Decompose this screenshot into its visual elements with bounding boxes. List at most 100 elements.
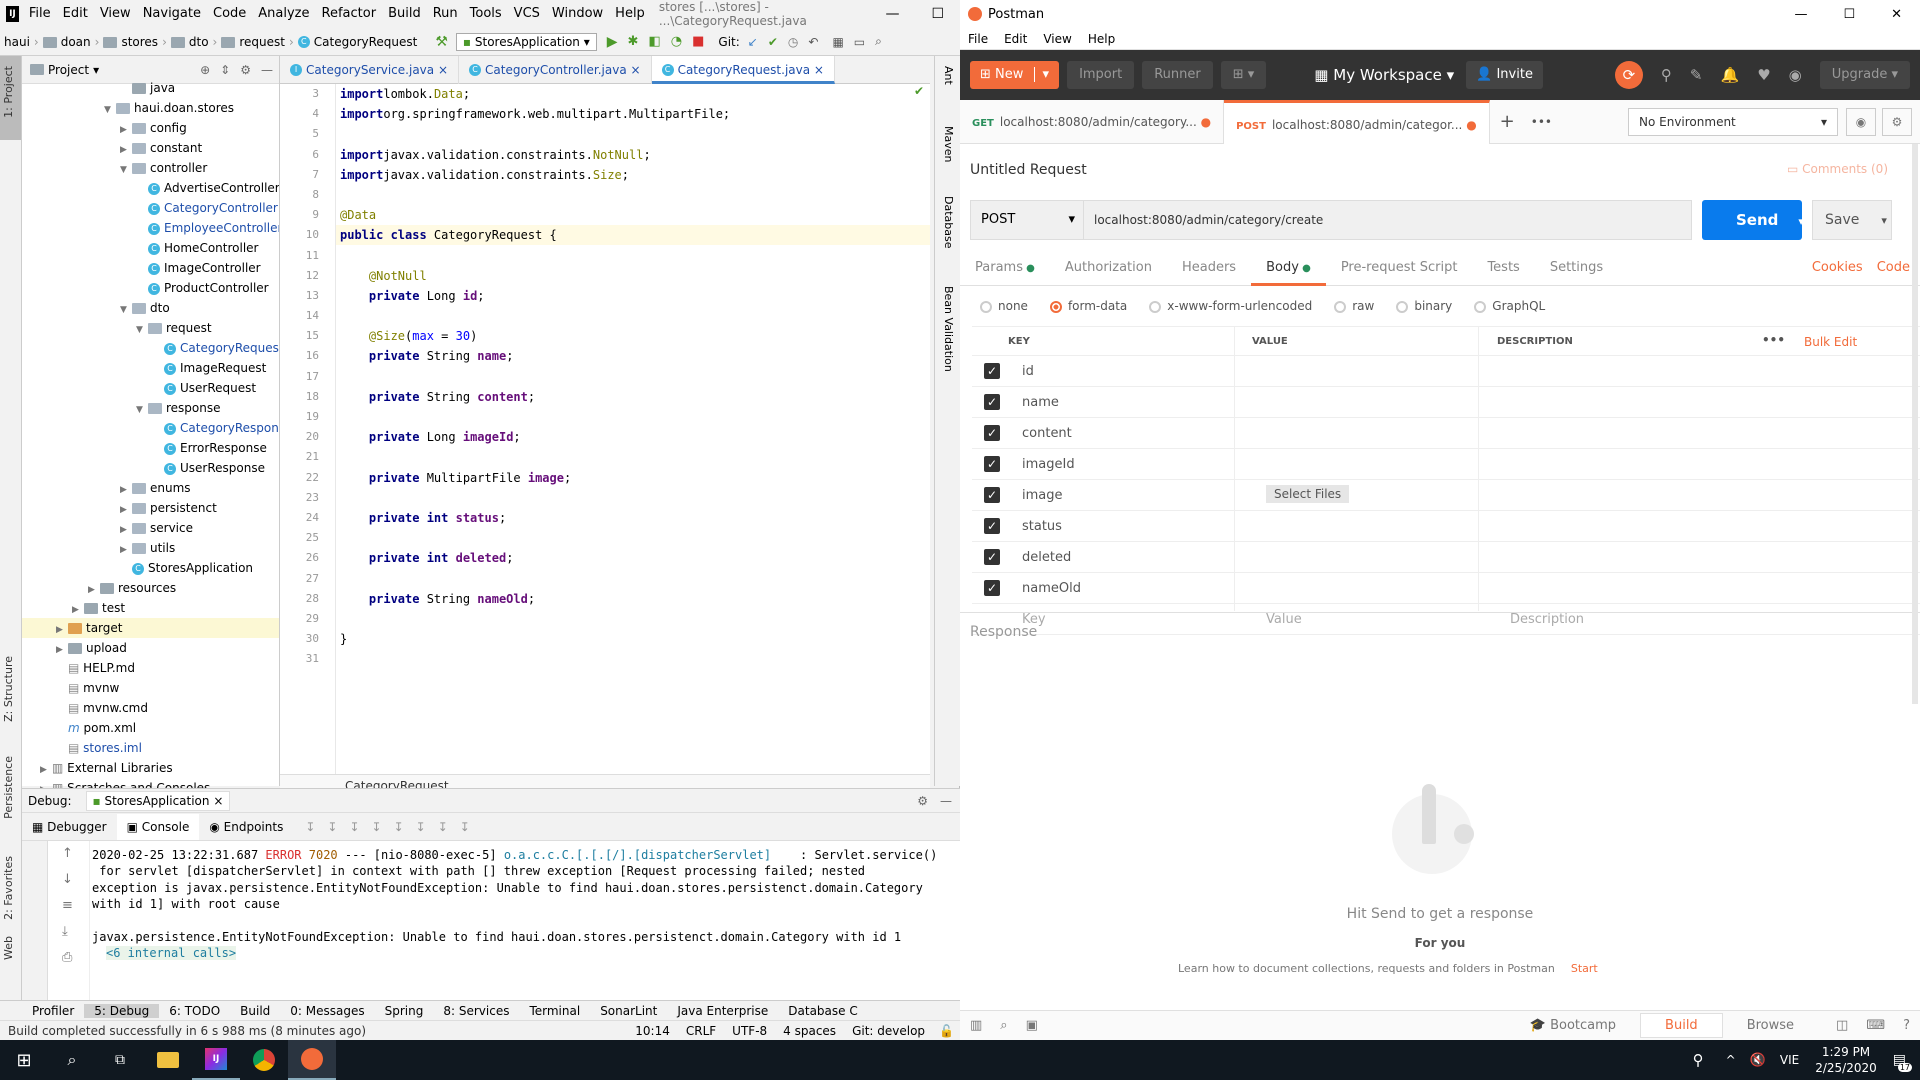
chevron-down-icon[interactable]: ▼	[136, 400, 148, 418]
frames-icon[interactable]: ↧	[438, 820, 448, 834]
bottom-tab[interactable]: Spring	[375, 1004, 434, 1018]
tree-node[interactable]: ▶ config	[22, 118, 279, 138]
tree-node[interactable]: C HomeController	[22, 238, 279, 258]
debug-tab-endpoints[interactable]: ◉ Endpoints	[199, 820, 293, 834]
step-out-icon[interactable]: ↧	[372, 820, 382, 834]
notifications-icon[interactable]: ▤ 17	[1893, 1052, 1912, 1072]
bulk-edit-link[interactable]: Bulk Edit	[1804, 335, 1857, 349]
chevron-right-icon[interactable]: ▶	[88, 580, 100, 598]
body-type-x-www-form-urlencoded[interactable]: x-www-form-urlencoded	[1149, 299, 1312, 313]
tree-node[interactable]: ▼ response	[22, 398, 279, 418]
chevron-right-icon[interactable]: ▶	[40, 760, 52, 778]
bottom-tab[interactable]: Terminal	[519, 1004, 590, 1018]
tree-node[interactable]: C CategoryRequest	[22, 338, 279, 358]
chevron-right-icon[interactable]: ▶	[56, 640, 68, 658]
cookies-link[interactable]: Cookies	[1812, 260, 1863, 275]
tree-node[interactable]: ▶ service	[22, 518, 279, 538]
evaluate-icon[interactable]: ↧	[416, 820, 426, 834]
run-to-cursor-icon[interactable]: ↧	[394, 820, 404, 834]
import-button[interactable]: Import	[1067, 61, 1135, 89]
close-tab-icon[interactable]: ×	[810, 63, 824, 77]
indent-setting[interactable]: 4 spaces	[775, 1024, 844, 1038]
ij-menu-file[interactable]: File	[23, 0, 57, 28]
row-enabled-checkbox[interactable]: ✓	[984, 518, 1000, 534]
stop-icon[interactable]: ■	[692, 34, 704, 49]
row-key[interactable]: deleted	[1022, 550, 1071, 565]
project-structure-icon[interactable]: ▦	[832, 35, 843, 49]
collapse-icon[interactable]: ⇕	[220, 63, 230, 77]
body-type-form-data[interactable]: form-data	[1049, 299, 1127, 313]
row-key[interactable]: id	[1022, 364, 1034, 379]
row-enabled-checkbox[interactable]: ✓	[984, 549, 1000, 565]
tree-node[interactable]: ▶ ▥ External Libraries	[22, 758, 279, 778]
coverage-icon[interactable]: ◧	[648, 34, 660, 49]
tree-node[interactable]: ▼ controller	[22, 158, 279, 178]
request-tab-post[interactable]: POST localhost:8080/admin/categor... ●	[1224, 99, 1490, 144]
debug-session-tab[interactable]: ▪ StoresApplication ×	[85, 790, 231, 811]
tree-node[interactable]: m pom.xml	[22, 718, 279, 738]
threads-icon[interactable]: ↧	[460, 820, 470, 834]
row-enabled-checkbox[interactable]: ✓	[984, 487, 1000, 503]
body-type-raw[interactable]: raw	[1334, 299, 1374, 313]
sync-icon[interactable]: ⟳	[1614, 61, 1643, 89]
database-toolwindow-tab[interactable]: Database	[942, 196, 955, 249]
comments-link[interactable]: ▭ Comments (0)	[1787, 162, 1888, 176]
row-key[interactable]: status	[1022, 519, 1062, 534]
breadcrumb-request[interactable]: request	[217, 35, 289, 49]
new-window-button[interactable]: ⊞ ▾	[1220, 61, 1267, 89]
search-icon[interactable]: ⌕	[48, 1040, 96, 1080]
breadcrumb-dto[interactable]: dto	[167, 35, 213, 49]
caret-position[interactable]: 10:14	[627, 1024, 678, 1038]
tree-node[interactable]: C ErrorResponse	[22, 438, 279, 458]
ij-menu-help[interactable]: Help	[609, 0, 651, 28]
pm-menu-file[interactable]: File	[960, 32, 996, 46]
pm-menu-edit[interactable]: Edit	[996, 32, 1035, 46]
find-icon[interactable]: ⌕	[1000, 1018, 1007, 1033]
debug-hide-icon[interactable]: —	[940, 794, 952, 808]
profile-icon[interactable]: ◉	[1789, 66, 1802, 84]
bottom-tab[interactable]: SonarLint	[590, 1004, 667, 1018]
subtab-authorization[interactable]: Authorization	[1050, 250, 1167, 286]
tree-node[interactable]: ▼ haui.doan.stores	[22, 98, 279, 118]
lock-icon[interactable]: 🔓	[933, 1024, 960, 1038]
git-commit-icon[interactable]: ✔	[768, 35, 778, 49]
bootcamp-link[interactable]: 🎓 Bootcamp	[1530, 1018, 1616, 1033]
method-select[interactable]: POST ▾	[970, 200, 1084, 240]
hide-panel-icon[interactable]: —	[261, 63, 273, 77]
debug-tab-console[interactable]: ▣ Console	[116, 813, 200, 840]
ij-menu-run[interactable]: Run	[427, 0, 464, 28]
maximize-icon[interactable]: ☐	[915, 6, 960, 22]
row-enabled-checkbox[interactable]: ✓	[984, 580, 1000, 596]
row-enabled-checkbox[interactable]: ✓	[984, 456, 1000, 472]
workspace-selector[interactable]: ▦ My Workspace ▾	[1314, 66, 1454, 84]
run-config-select[interactable]: ▪ StoresApplication ▾	[455, 32, 597, 51]
subtab-body[interactable]: Body ●	[1251, 250, 1326, 286]
send-button[interactable]: Send ▾	[1702, 200, 1804, 240]
pm-menu-view[interactable]: View	[1035, 32, 1079, 46]
git-history-icon[interactable]: ◷	[788, 35, 798, 49]
code-link[interactable]: Code	[1877, 260, 1910, 275]
start-link[interactable]: Start	[1571, 962, 1598, 975]
keyboard-icon[interactable]: ⌨	[1866, 1018, 1885, 1033]
tree-node[interactable]: C CategoryResponse	[22, 418, 279, 438]
tree-node[interactable]: C StoresApplication	[22, 558, 279, 578]
debug-tab-debugger[interactable]: ▦ Debugger	[22, 820, 117, 834]
ij-menu-analyze[interactable]: Analyze	[252, 0, 315, 28]
web-toolwindow-tab[interactable]: Web	[2, 936, 15, 960]
editor-tab[interactable]: I CategoryService.java ×	[280, 55, 459, 84]
tree-node[interactable]: ▼ dto	[22, 298, 279, 318]
debug-icon[interactable]: ✱	[628, 34, 639, 49]
two-pane-icon[interactable]: ◫	[1836, 1018, 1848, 1033]
editor-tab[interactable]: C CategoryController.java ×	[459, 55, 652, 84]
locate-icon[interactable]: ⊕	[200, 63, 210, 77]
ij-menu-edit[interactable]: Edit	[57, 0, 94, 28]
body-type-binary[interactable]: binary	[1396, 299, 1452, 313]
bottom-tab[interactable]: 6: TODO	[159, 1004, 230, 1018]
scroll-up-icon[interactable]: ↑	[62, 841, 89, 867]
sidebar-toggle-icon[interactable]: ▥	[970, 1018, 982, 1033]
environment-select[interactable]: No Environment ▾	[1628, 107, 1838, 136]
tree-node[interactable]: ▤ HELP.md	[22, 658, 279, 678]
git-update-icon[interactable]: ↙	[748, 35, 758, 49]
file-explorer-icon[interactable]	[144, 1040, 192, 1080]
hammer-icon[interactable]: ⚒	[435, 34, 448, 50]
